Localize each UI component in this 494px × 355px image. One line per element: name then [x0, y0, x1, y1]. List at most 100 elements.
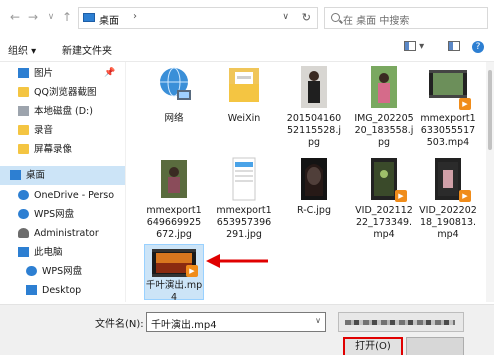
preview-pane-icon [448, 41, 460, 51]
sidebar-item-wps-cloud[interactable]: WPS网盘 [0, 205, 125, 224]
file-item[interactable]: WeiXin [214, 64, 274, 125]
view-options-button[interactable]: ▾ [404, 41, 424, 52]
sidebar-item-label: Administrator [34, 228, 99, 239]
filename-label: 文件名(N): [95, 319, 144, 330]
file-item[interactable]: ▶ mmexport1633055517503.mp4 [418, 64, 478, 149]
folder-icon [18, 68, 29, 78]
sidebar-item-label: OneDrive - Perso [34, 190, 115, 201]
file-name: mmexport1653957396291.jpg [216, 205, 272, 240]
folder-icon [18, 144, 29, 154]
scrollbar-thumb[interactable] [488, 70, 492, 150]
file-item[interactable]: 网络 [144, 64, 204, 125]
sidebar-item-label: Desktop [42, 285, 82, 296]
red-arrow-annotation [206, 254, 268, 268]
computer-icon [18, 247, 29, 257]
search-icon [331, 13, 340, 22]
file-item[interactable]: ▶ VID_20211222_173349.mp4 [354, 156, 414, 241]
filename-value: 千叶演出.mp4 [151, 320, 217, 331]
sidebar-item-recordings[interactable]: 录音 [0, 121, 125, 140]
file-name: R-C.jpg [297, 205, 331, 216]
help-icon: ? [472, 41, 484, 53]
desktop-icon [83, 13, 95, 22]
sidebar-item-label: 屏幕录像 [34, 144, 73, 155]
phone-screenshot-thumbnail [223, 156, 265, 202]
sidebar-item-this-pc[interactable]: 此电脑 [0, 243, 125, 262]
folder-icon [18, 87, 29, 97]
open-button[interactable]: 打开(O) [343, 337, 403, 355]
file-name: VID_20220218_190813.mp4 [419, 205, 477, 240]
preview-pane-button[interactable] [448, 41, 460, 52]
photo-thumbnail [293, 64, 335, 110]
file-name: WeiXin [227, 113, 261, 124]
breadcrumb-chevron-icon[interactable]: › [133, 11, 137, 22]
video-thumbnail: ▶ [427, 156, 471, 202]
file-item[interactable]: 20150416052115528.jpg [284, 64, 344, 149]
sidebar-item-label: QQ浏览器截图 [34, 87, 97, 98]
photo-thumbnail [153, 156, 195, 202]
file-name: mmexport1649669925672.jpg [146, 205, 202, 240]
up-icon[interactable]: ↑ [60, 10, 74, 24]
sidebar-item-administrator[interactable]: Administrator [0, 224, 125, 243]
file-item-selected[interactable]: ▶ 千叶演出.mp4 [144, 244, 204, 303]
cloud-icon [18, 190, 29, 200]
filename-dropdown-icon[interactable]: ∨ [315, 316, 321, 325]
breadcrumb[interactable]: 桌面 [99, 12, 119, 27]
video-badge-icon: ▶ [459, 190, 471, 202]
file-item[interactable]: ▶ VID_20220218_190813.mp4 [418, 156, 478, 241]
photo-thumbnail [363, 64, 405, 110]
forward-icon[interactable]: → [26, 10, 40, 24]
sidebar-item-label: 录音 [34, 125, 54, 136]
cloud-icon [18, 209, 29, 219]
bottom-panel: 文件名(N): 千叶演出.mp4 ∨ 打开(O) [0, 304, 494, 355]
new-folder-button[interactable]: 新建文件夹 [62, 42, 112, 57]
file-name: 20150416052115528.jpg [286, 113, 342, 148]
sidebar-item-wps-cloud-2[interactable]: WPS网盘 [0, 262, 125, 281]
toolbar: 组织 ▾ 新建文件夹 ▾ ? [0, 36, 494, 62]
desktop-icon [10, 170, 21, 180]
sidebar-item-desktop-2[interactable]: Desktop [0, 281, 125, 300]
sidebar-item-label: WPS网盘 [34, 209, 75, 220]
folder-icon [18, 125, 29, 135]
file-name: mmexport1633055517503.mp4 [420, 113, 476, 148]
sidebar-item-screen-recordings[interactable]: 屏幕录像 [0, 140, 125, 159]
user-icon [18, 228, 29, 238]
sidebar-item-qq-screenshots[interactable]: QQ浏览器截图 [0, 83, 125, 102]
history-dropdown-icon[interactable]: ∨ [44, 10, 58, 24]
sidebar-item-onedrive[interactable]: OneDrive - Perso [0, 186, 125, 205]
sidebar-item-local-disk-d[interactable]: 本地磁盘 (D:) [0, 102, 125, 121]
video-badge-icon: ▶ [395, 190, 407, 202]
back-icon[interactable]: ← [8, 10, 22, 24]
help-button[interactable]: ? [472, 41, 484, 53]
file-name: IMG_20220520_183558.jpg [354, 113, 414, 148]
pin-icon[interactable]: 📌 [104, 64, 115, 83]
desktop-icon [26, 285, 37, 295]
search-input[interactable]: 在 桌面 中搜索 [324, 7, 488, 29]
open-button-label: 打开(O) [355, 341, 391, 352]
file-item[interactable]: mmexport1649669925672.jpg [144, 156, 204, 241]
address-dropdown-icon[interactable]: ∨ [282, 12, 289, 22]
file-name: 千叶演出.mp4 [145, 280, 203, 303]
address-row: ← → ∨ ↑ 桌面 › ∨ ↻ 在 桌面 中搜索 [0, 0, 494, 34]
sidebar-item-label: WPS网盘 [42, 266, 83, 277]
network-icon [153, 64, 195, 110]
file-name: 网络 [164, 113, 184, 124]
file-item[interactable]: R-C.jpg [284, 156, 344, 217]
file-type-filter[interactable] [338, 312, 464, 332]
sidebar-item-desktop[interactable]: 桌面 [0, 166, 125, 185]
file-list: 网络 WeiXin 20150416052115528.jpg IMG_2022… [128, 62, 484, 303]
sidebar-item-pictures[interactable]: 图片 📌 [0, 64, 125, 83]
video-thumbnail: ▶ [363, 156, 407, 202]
video-badge-icon: ▶ [459, 98, 471, 110]
cancel-button[interactable] [406, 337, 464, 355]
redacted-filter-text [345, 320, 455, 325]
address-bar[interactable]: 桌面 › ∨ ↻ [78, 7, 318, 29]
file-item[interactable]: IMG_20220520_183558.jpg [354, 64, 414, 149]
drive-icon [18, 106, 29, 116]
organize-button[interactable]: 组织 ▾ [8, 42, 36, 57]
filename-field[interactable]: 千叶演出.mp4 ∨ [146, 312, 326, 332]
folder-icon [223, 64, 265, 110]
sidebar-item-label: 桌面 [26, 170, 46, 181]
refresh-icon[interactable]: ↻ [302, 11, 311, 24]
file-name: VID_20211222_173349.mp4 [355, 205, 413, 240]
file-item[interactable]: mmexport1653957396291.jpg [214, 156, 274, 241]
